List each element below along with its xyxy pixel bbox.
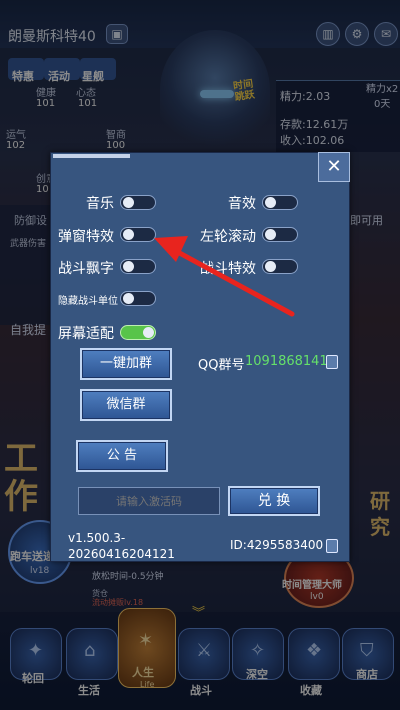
dialog-accent-line — [53, 154, 130, 158]
popup-effect-label: 弹窗特效 — [58, 229, 114, 245]
version-line-2: 20260416204121 — [68, 547, 175, 561]
qq-group-label: QQ群号 — [198, 358, 245, 373]
copy-icon[interactable] — [326, 539, 338, 553]
music-label: 音乐 — [86, 196, 114, 212]
wechat-group-button[interactable]: 微信群 — [80, 389, 172, 421]
battle-text-label: 战斗飘字 — [58, 261, 114, 277]
music-toggle[interactable] — [120, 195, 156, 210]
user-id: ID:4295583400 — [230, 538, 324, 552]
toggle-knob — [123, 293, 134, 304]
toggle-knob — [143, 327, 154, 338]
sound-label: 音效 — [228, 196, 256, 212]
version-text: v1.500.3- 20260416204121 — [68, 530, 175, 562]
hide-units-label: 隐藏战斗单位 — [58, 296, 118, 307]
toggle-knob — [123, 261, 134, 272]
toggle-knob — [123, 229, 134, 240]
close-button[interactable]: ✕ — [318, 152, 350, 182]
screen-fit-label: 屏幕适配 — [58, 326, 114, 342]
version-line-1: v1.500.3- — [68, 531, 126, 545]
copy-icon[interactable] — [326, 355, 338, 369]
toggle-knob — [123, 197, 134, 208]
qq-group-number: 1091868141 — [245, 354, 328, 369]
sound-toggle[interactable] — [262, 195, 298, 210]
screen-fit-toggle[interactable] — [120, 325, 156, 340]
arrow-head — [154, 236, 188, 262]
join-group-button[interactable]: 一键加群 — [80, 348, 172, 380]
arrow-shaft — [171, 247, 295, 317]
red-arrow-annotation — [154, 236, 295, 317]
redeem-button[interactable]: 兑 换 — [228, 486, 320, 516]
activation-code-input[interactable] — [78, 487, 220, 515]
toggle-knob — [265, 197, 276, 208]
announcement-button[interactable]: 公 告 — [76, 440, 168, 472]
